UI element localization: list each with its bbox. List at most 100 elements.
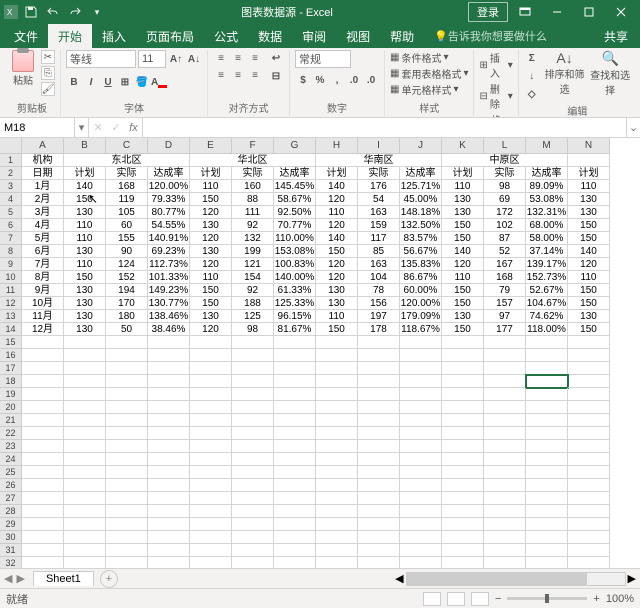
cell[interactable]: [190, 336, 232, 349]
cell[interactable]: 130: [190, 245, 232, 258]
cell[interactable]: [232, 479, 274, 492]
cell[interactable]: [526, 349, 568, 362]
cell[interactable]: 172: [484, 206, 526, 219]
cell[interactable]: [232, 427, 274, 440]
cell[interactable]: [22, 466, 64, 479]
cell[interactable]: 150: [316, 245, 358, 258]
row-header[interactable]: 16: [0, 349, 22, 362]
row-header[interactable]: 8: [0, 245, 22, 258]
cell[interactable]: 120: [190, 206, 232, 219]
decrease-font-icon[interactable]: A↓: [186, 51, 202, 67]
cell[interactable]: [526, 518, 568, 531]
cell[interactable]: [484, 557, 526, 568]
cell[interactable]: 74.62%: [526, 310, 568, 323]
cell[interactable]: [400, 414, 442, 427]
cell[interactable]: [274, 440, 316, 453]
ribbon-options-icon[interactable]: [510, 2, 540, 22]
cell[interactable]: [442, 544, 484, 557]
cell[interactable]: [232, 375, 274, 388]
cell[interactable]: [400, 466, 442, 479]
cell[interactable]: [484, 375, 526, 388]
cell[interactable]: [400, 453, 442, 466]
cell[interactable]: 达成率: [274, 167, 316, 180]
cell[interactable]: [526, 531, 568, 544]
zoom-in-icon[interactable]: +: [593, 593, 599, 605]
col-header[interactable]: G: [274, 138, 316, 154]
tab-insert[interactable]: 插入: [92, 24, 136, 48]
cell[interactable]: 120.00%: [400, 297, 442, 310]
cell[interactable]: [568, 401, 610, 414]
cell[interactable]: 197: [358, 310, 400, 323]
cells-area[interactable]: 机构东北区华北区华南区中原区日期计划实际达成率计划实际达成率计划实际达成率计划实…: [22, 154, 610, 568]
percent-icon[interactable]: %: [312, 72, 328, 88]
row-header[interactable]: 11: [0, 284, 22, 297]
cell[interactable]: 110: [316, 310, 358, 323]
close-icon[interactable]: [606, 2, 636, 22]
cell[interactable]: [274, 401, 316, 414]
cell[interactable]: [442, 388, 484, 401]
cell[interactable]: 52: [484, 245, 526, 258]
cell[interactable]: [190, 349, 232, 362]
cell[interactable]: [274, 427, 316, 440]
cell[interactable]: [232, 544, 274, 557]
cell[interactable]: 130: [568, 193, 610, 206]
cell[interactable]: [22, 362, 64, 375]
row-header[interactable]: 19: [0, 388, 22, 401]
cell[interactable]: 69.23%: [148, 245, 190, 258]
cell[interactable]: [64, 466, 106, 479]
cell[interactable]: 计划: [64, 167, 106, 180]
cell[interactable]: 8月: [22, 271, 64, 284]
cell[interactable]: 计划: [568, 167, 610, 180]
tab-data[interactable]: 数据: [248, 24, 292, 48]
cell[interactable]: 2月: [22, 193, 64, 206]
cell[interactable]: 120: [568, 258, 610, 271]
cell[interactable]: 96.15%: [274, 310, 316, 323]
cell[interactable]: [64, 388, 106, 401]
cell[interactable]: [442, 492, 484, 505]
tell-me[interactable]: 💡 告诉我你想要做什么: [424, 24, 557, 48]
cell[interactable]: 130: [190, 219, 232, 232]
merge-icon[interactable]: ⊟: [268, 68, 284, 84]
cell[interactable]: 110: [442, 271, 484, 284]
cell[interactable]: [106, 557, 148, 568]
cell[interactable]: [358, 336, 400, 349]
cell[interactable]: [148, 414, 190, 427]
cell[interactable]: 90: [106, 245, 148, 258]
cell[interactable]: [274, 336, 316, 349]
cell[interactable]: 130: [64, 297, 106, 310]
cell[interactable]: [400, 518, 442, 531]
cell[interactable]: [358, 479, 400, 492]
cell[interactable]: [190, 440, 232, 453]
cell[interactable]: 132.50%: [400, 219, 442, 232]
cell[interactable]: [22, 544, 64, 557]
cell[interactable]: [316, 388, 358, 401]
cell[interactable]: [64, 362, 106, 375]
cell[interactable]: 68.00%: [526, 219, 568, 232]
cell[interactable]: [190, 453, 232, 466]
cell[interactable]: [526, 388, 568, 401]
cell[interactable]: [106, 375, 148, 388]
col-header[interactable]: I: [358, 138, 400, 154]
cell[interactable]: 98: [484, 180, 526, 193]
col-header[interactable]: K: [442, 138, 484, 154]
autosum-icon[interactable]: Σ: [524, 50, 540, 66]
cell[interactable]: 150: [190, 284, 232, 297]
cell[interactable]: [64, 401, 106, 414]
cell[interactable]: 140: [64, 180, 106, 193]
cell[interactable]: [526, 427, 568, 440]
cell[interactable]: [148, 492, 190, 505]
column-headers[interactable]: ABCDEFGHIJKLMN: [22, 138, 610, 154]
row-header[interactable]: 24: [0, 453, 22, 466]
cell[interactable]: [442, 557, 484, 568]
cell[interactable]: 45.00%: [400, 193, 442, 206]
cell[interactable]: 79.33%: [148, 193, 190, 206]
cell[interactable]: [190, 466, 232, 479]
cell[interactable]: 110: [442, 180, 484, 193]
cell[interactable]: [274, 518, 316, 531]
cell[interactable]: [274, 544, 316, 557]
cell[interactable]: 110: [64, 219, 106, 232]
cell[interactable]: 118.67%: [400, 323, 442, 336]
row-header[interactable]: 29: [0, 518, 22, 531]
cell[interactable]: [568, 466, 610, 479]
tab-view[interactable]: 视图: [336, 24, 380, 48]
